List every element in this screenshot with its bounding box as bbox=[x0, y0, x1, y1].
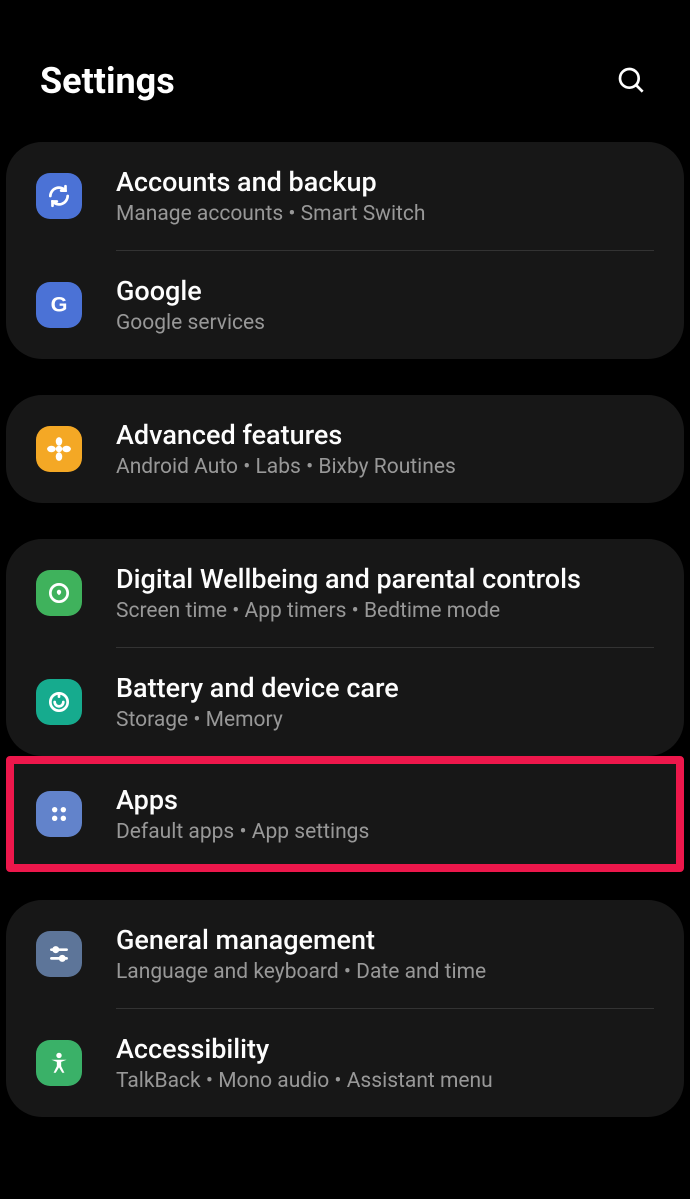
item-accessibility[interactable]: Accessibility TalkBack • Mono audio • As… bbox=[6, 1009, 684, 1117]
item-advanced-features[interactable]: Advanced features Android Auto • Labs • … bbox=[6, 395, 684, 503]
item-apps[interactable]: Apps Default apps • App settings bbox=[14, 764, 676, 864]
item-title: Accessibility bbox=[116, 1033, 654, 1065]
item-subtitle: Screen time • App timers • Bedtime mode bbox=[116, 599, 654, 623]
google-icon: G bbox=[36, 282, 82, 328]
item-title: Advanced features bbox=[116, 419, 654, 451]
person-icon bbox=[36, 1040, 82, 1086]
item-general-management[interactable]: General management Language and keyboard… bbox=[6, 900, 684, 1008]
item-subtitle: Google services bbox=[116, 311, 654, 335]
svg-text:G: G bbox=[51, 292, 68, 317]
settings-group: Accounts and backup Manage accounts • Sm… bbox=[6, 142, 684, 359]
item-title: Digital Wellbeing and parental controls bbox=[116, 563, 654, 595]
item-subtitle: Android Auto • Labs • Bixby Routines bbox=[116, 455, 654, 479]
settings-group: Advanced features Android Auto • Labs • … bbox=[6, 395, 684, 503]
item-title: Battery and device care bbox=[116, 672, 654, 704]
item-subtitle: Manage accounts • Smart Switch bbox=[116, 202, 654, 226]
item-subtitle: TalkBack • Mono audio • Assistant menu bbox=[116, 1069, 654, 1093]
highlighted-item: Apps Default apps • App settings bbox=[6, 756, 684, 872]
item-google[interactable]: G Google Google services bbox=[6, 251, 684, 359]
search-icon bbox=[616, 65, 648, 97]
item-title: General management bbox=[116, 924, 654, 956]
header: Settings bbox=[0, 0, 690, 142]
item-subtitle: Storage • Memory bbox=[116, 708, 654, 732]
item-accounts-backup[interactable]: Accounts and backup Manage accounts • Sm… bbox=[6, 142, 684, 250]
item-digital-wellbeing[interactable]: Digital Wellbeing and parental controls … bbox=[6, 539, 684, 647]
item-content: Advanced features Android Auto • Labs • … bbox=[116, 419, 654, 479]
wellbeing-icon bbox=[36, 570, 82, 616]
item-title: Google bbox=[116, 275, 654, 307]
item-content: Accessibility TalkBack • Mono audio • As… bbox=[116, 1033, 654, 1093]
apps-icon bbox=[36, 791, 82, 837]
sync-icon bbox=[36, 173, 82, 219]
item-content: Accounts and backup Manage accounts • Sm… bbox=[116, 166, 654, 226]
settings-group: General management Language and keyboard… bbox=[6, 900, 684, 1117]
battery-icon bbox=[36, 679, 82, 725]
item-subtitle: Default apps • App settings bbox=[116, 820, 654, 844]
item-title: Accounts and backup bbox=[116, 166, 654, 198]
item-content: Google Google services bbox=[116, 275, 654, 335]
item-subtitle: Language and keyboard • Date and time bbox=[116, 960, 654, 984]
item-content: Digital Wellbeing and parental controls … bbox=[116, 563, 654, 623]
item-content: Apps Default apps • App settings bbox=[116, 784, 654, 844]
item-content: General management Language and keyboard… bbox=[116, 924, 654, 984]
flower-icon bbox=[36, 426, 82, 472]
item-title: Apps bbox=[116, 784, 654, 816]
search-button[interactable] bbox=[614, 63, 650, 99]
item-content: Battery and device care Storage • Memory bbox=[116, 672, 654, 732]
sliders-icon bbox=[36, 931, 82, 977]
item-battery-device-care[interactable]: Battery and device care Storage • Memory bbox=[6, 648, 684, 756]
page-title: Settings bbox=[40, 60, 175, 102]
settings-group: Digital Wellbeing and parental controls … bbox=[6, 539, 684, 756]
